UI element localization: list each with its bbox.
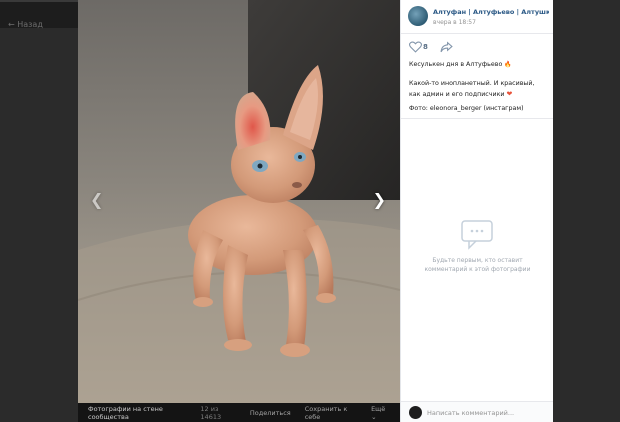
photo-credit: Фото: eleonora_berger (инстаграм) <box>409 105 524 113</box>
comment-input[interactable] <box>427 407 547 418</box>
post-text: Кесулькен дня в Алтуфьево 🔥 Какой-то ино… <box>401 60 553 114</box>
share-button[interactable]: Поделиться <box>250 409 291 417</box>
backdrop[interactable] <box>553 0 620 422</box>
group-name-link[interactable]: Алтуфан | Алтуфьево | Алтушка | СВ... <box>433 8 549 16</box>
heart-icon[interactable] <box>409 41 422 53</box>
divider <box>401 118 554 119</box>
photo <box>78 0 400 403</box>
empty-message: Будьте первым, кто оставит комментарий к… <box>424 257 531 274</box>
post-header: Алтуфан | Алтуфьево | Алтушка | СВ... вч… <box>401 0 553 34</box>
post-title: Кесулькен дня в Алтуфьево <box>409 61 503 68</box>
comment-box <box>401 401 554 422</box>
like-count: 8 <box>423 43 428 51</box>
album-link[interactable]: Фотографии на стене сообщества <box>88 405 190 421</box>
chevron-left-icon[interactable]: ❮ <box>90 190 103 209</box>
viewer-footer: Фотографии на стене сообщества 12 из 146… <box>78 403 400 422</box>
chevron-right-icon[interactable]: ❯ <box>373 190 386 209</box>
heart-emoji: ❤ <box>506 89 513 98</box>
post-actions: 8 <box>401 34 553 60</box>
photo-viewer: ❮ ❯ Фотографии на стене сообщества 12 из… <box>78 0 400 422</box>
comments-empty: Будьте первым, кто оставит комментарий к… <box>401 220 554 275</box>
post-panel: Алтуфан | Алтуфьево | Алтушка | СВ... вч… <box>400 0 554 422</box>
save-button[interactable]: Сохранить к себе <box>305 405 357 421</box>
group-avatar[interactable] <box>408 6 428 26</box>
post-time[interactable]: вчера в 18:57 <box>433 19 476 26</box>
fire-emoji: 🔥 <box>504 61 512 68</box>
photo-counter: 12 из 14613 <box>200 404 222 421</box>
more-button[interactable]: Ещё ⌄ <box>371 405 390 421</box>
back-link[interactable]: ← Назад <box>8 20 43 29</box>
share-icon[interactable] <box>440 41 453 53</box>
comments-icon <box>460 220 493 250</box>
user-avatar <box>409 406 422 419</box>
post-body: Какой-то инопланетный. И красивый, как а… <box>409 79 535 98</box>
